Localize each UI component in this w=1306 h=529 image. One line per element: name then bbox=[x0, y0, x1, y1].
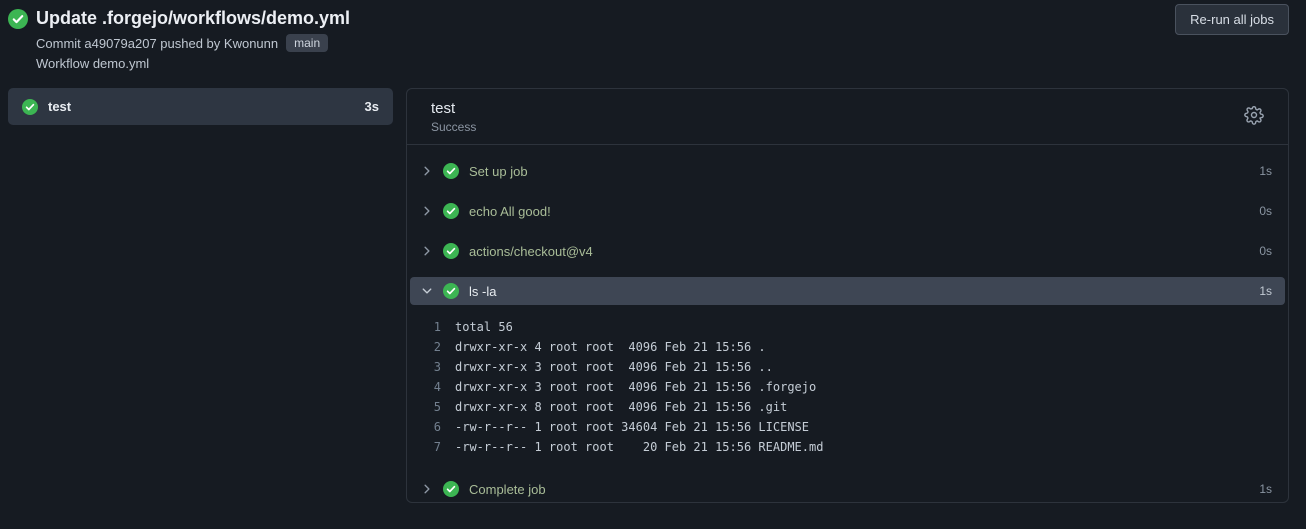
log-line[interactable]: 1 total 56 bbox=[407, 317, 1288, 337]
step-success-icon bbox=[443, 283, 459, 299]
workflow-line[interactable]: Workflow demo.yml bbox=[36, 56, 149, 71]
step-row-complete-job[interactable]: Complete job 1s bbox=[407, 469, 1288, 509]
run-success-icon bbox=[8, 8, 28, 29]
log-line[interactable]: 4 drwxr-xr-x 3 root root 4096 Feb 21 15:… bbox=[407, 377, 1288, 397]
log-line-text: -rw-r--r-- 1 root root 20 Feb 21 15:56 R… bbox=[455, 440, 824, 454]
gear-icon[interactable] bbox=[1244, 105, 1264, 125]
chevron-right-icon bbox=[421, 165, 433, 177]
log-line-number[interactable]: 4 bbox=[407, 380, 455, 394]
step-success-icon bbox=[443, 243, 459, 259]
step-row-echo[interactable]: echo All good! 0s bbox=[407, 191, 1288, 231]
step-duration: 1s bbox=[1259, 482, 1272, 496]
job-name: test bbox=[48, 99, 72, 114]
branch-badge[interactable]: main bbox=[286, 34, 329, 53]
chevron-right-icon bbox=[421, 483, 433, 495]
panel-header: test Success bbox=[407, 89, 1288, 145]
step-name: echo All good! bbox=[469, 203, 551, 219]
step-duration: 0s bbox=[1259, 244, 1272, 258]
step-duration: 1s bbox=[1259, 284, 1272, 298]
step-success-icon bbox=[443, 203, 459, 219]
log-line[interactable]: 3 drwxr-xr-x 3 root root 4096 Feb 21 15:… bbox=[407, 357, 1288, 377]
job-detail-panel: test Success Set up job 1s echo All good… bbox=[406, 88, 1289, 503]
run-header: Update .forgejo/workflows/demo.yml Commi… bbox=[8, 8, 996, 71]
step-name: actions/checkout@v4 bbox=[469, 243, 593, 259]
log-line[interactable]: 5 drwxr-xr-x 8 root root 4096 Feb 21 15:… bbox=[407, 397, 1288, 417]
job-list-item-test[interactable]: test 3s bbox=[8, 88, 393, 125]
log-line-number[interactable]: 6 bbox=[407, 420, 455, 434]
job-success-icon bbox=[22, 98, 38, 115]
log-line-number[interactable]: 7 bbox=[407, 440, 455, 454]
rerun-all-jobs-button[interactable]: Re-run all jobs bbox=[1175, 4, 1289, 35]
steps-list: Set up job 1s echo All good! 0s actions/… bbox=[407, 145, 1288, 509]
job-list: test 3s bbox=[8, 88, 393, 125]
commit-line[interactable]: Commit a49079a207 pushed by Kwonunn bbox=[36, 36, 278, 51]
log-line[interactable]: 2 drwxr-xr-x 4 root root 4096 Feb 21 15:… bbox=[407, 337, 1288, 357]
step-success-icon bbox=[443, 163, 459, 179]
log-line-text: drwxr-xr-x 3 root root 4096 Feb 21 15:56… bbox=[455, 380, 817, 394]
chevron-right-icon bbox=[421, 245, 433, 257]
run-title: Update .forgejo/workflows/demo.yml bbox=[36, 8, 351, 28]
panel-job-status: Success bbox=[431, 120, 477, 134]
log-line[interactable]: 7 -rw-r--r-- 1 root root 20 Feb 21 15:56… bbox=[407, 437, 1288, 457]
chevron-down-icon bbox=[421, 285, 433, 297]
step-duration: 0s bbox=[1259, 204, 1272, 218]
step-duration: 1s bbox=[1259, 164, 1272, 178]
step-name: ls -la bbox=[469, 283, 497, 299]
chevron-right-icon bbox=[421, 205, 433, 217]
log-line[interactable]: 6 -rw-r--r-- 1 root root 34604 Feb 21 15… bbox=[407, 417, 1288, 437]
log-line-number[interactable]: 2 bbox=[407, 340, 455, 354]
log-line-number[interactable]: 3 bbox=[407, 360, 455, 374]
log-line-text: total 56 bbox=[455, 320, 513, 334]
step-row-ls-la-expanded[interactable]: ls -la 1s bbox=[410, 277, 1285, 305]
step-row-setup-job[interactable]: Set up job 1s bbox=[407, 151, 1288, 191]
log-line-text: drwxr-xr-x 3 root root 4096 Feb 21 15:56… bbox=[455, 360, 773, 374]
step-name: Complete job bbox=[469, 481, 546, 497]
job-duration: 3s bbox=[364, 99, 379, 114]
log-line-text: drwxr-xr-x 4 root root 4096 Feb 21 15:56… bbox=[455, 340, 766, 354]
step-name: Set up job bbox=[469, 163, 528, 179]
log-line-text: -rw-r--r-- 1 root root 34604 Feb 21 15:5… bbox=[455, 420, 810, 434]
step-log-output: 1 total 56 2 drwxr-xr-x 4 root root 4096… bbox=[407, 311, 1288, 465]
step-success-icon bbox=[443, 481, 459, 497]
log-line-number[interactable]: 1 bbox=[407, 320, 455, 334]
log-line-number[interactable]: 5 bbox=[407, 400, 455, 414]
panel-job-title: test bbox=[431, 100, 456, 117]
log-line-text: drwxr-xr-x 8 root root 4096 Feb 21 15:56… bbox=[455, 400, 788, 414]
step-row-checkout[interactable]: actions/checkout@v4 0s bbox=[407, 231, 1288, 271]
